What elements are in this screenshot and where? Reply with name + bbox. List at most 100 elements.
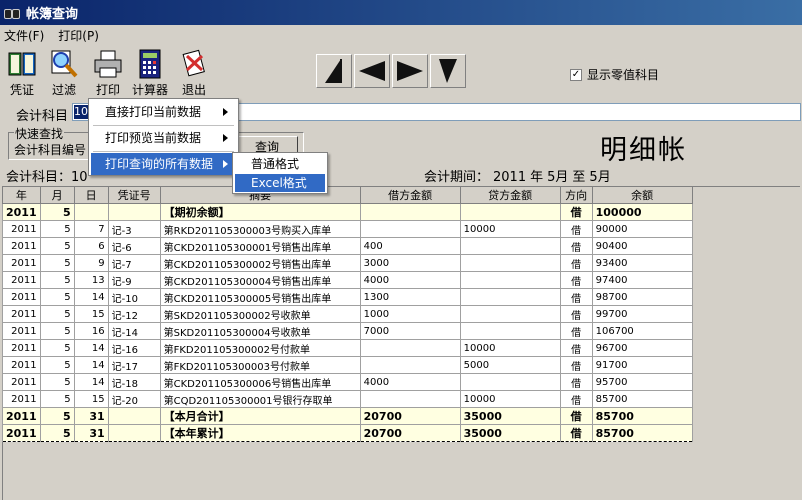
table-cell: 96700 (591, 339, 693, 357)
left-arrow-icon (359, 61, 385, 81)
table-row[interactable]: 2011 5 13 记-9 第CKD201105300004号销售出库单 4000 借 974… (2, 271, 693, 289)
table-row[interactable]: 2011 5 9 记-7 第CKD201105300002号销售出库单 3000 借 9340… (2, 254, 693, 272)
table-cell: 10000 (459, 220, 561, 238)
table-cell: 借 (559, 254, 593, 272)
book-icon (8, 52, 36, 76)
table-cell: 14 (73, 288, 109, 306)
table-row[interactable]: 2011 5 16 记-14 第SKD201105300004号收款单 7000 借 1067… (2, 322, 693, 340)
table-cell: 5 (39, 288, 75, 306)
table-row[interactable]: 2011 5 31 【本月合计】 20700 35000 借 85700 (2, 407, 693, 425)
table-row[interactable]: 2011 5 14 记-18 第CKD201105300006号销售出库单 4000 借 95… (2, 373, 693, 391)
previous-record-button[interactable] (354, 54, 390, 88)
table-cell: 记-20 (107, 390, 161, 408)
table-cell: 106700 (591, 322, 693, 340)
table-row[interactable]: 2011 5 14 记-10 第CKD201105300005号销售出库单 1300 借 98… (2, 288, 693, 306)
table-cell: 2011 (2, 424, 41, 442)
submenu-item-normal[interactable]: 普通格式 (235, 155, 325, 173)
table-cell (107, 424, 161, 442)
filter-button[interactable]: 过滤 (44, 48, 84, 98)
calculator-button[interactable]: 计算器 (130, 48, 170, 98)
col-credit[interactable]: 贷方金额 (459, 186, 561, 204)
right-arrow-icon (397, 61, 423, 81)
table-cell: 第CKD201105300004号销售出库单 (159, 271, 361, 289)
menu-item-print-direct[interactable]: 直接打印当前数据 (91, 101, 236, 123)
table-cell: 2011 (2, 305, 41, 323)
table-row[interactable]: 2011 5 【期初余额】 借 100000 (2, 203, 693, 221)
toolbar: 凭证 过滤 打印 计算器 退出 (0, 46, 802, 98)
table-cell: 记-16 (107, 339, 161, 357)
table-row[interactable]: 2011 5 7 记-3 第RKD201105300003号购买入库单 10000 借 900… (2, 220, 693, 238)
col-year[interactable]: 年 (2, 186, 41, 204)
col-direction[interactable]: 方向 (559, 186, 593, 204)
print-button[interactable]: 打印 (88, 48, 128, 98)
menu-item-print-preview[interactable]: 打印预览当前数据 (91, 127, 236, 149)
table-row[interactable]: 2011 5 6 记-6 第CKD201105300001号销售出库单 400 借 90400 (2, 237, 693, 255)
table-cell: 2011 (2, 203, 41, 221)
table-cell: 6 (73, 237, 109, 255)
menu-file[interactable]: 文件(F) (4, 27, 44, 44)
table-cell: 90000 (591, 220, 693, 238)
menu-bar: 文件(F) 打印(P) (0, 25, 802, 45)
table-row[interactable]: 2011 5 15 记-12 第SKD201105300002号收款单 1000 借 9970… (2, 305, 693, 323)
show-zero-checkbox[interactable]: ✓ (570, 68, 582, 81)
table-cell: 5 (39, 407, 75, 425)
last-record-button[interactable] (430, 54, 466, 88)
window-title: 帐簿查询 (26, 7, 79, 22)
table-cell: 5 (39, 356, 75, 374)
col-voucher[interactable]: 凭证号 (107, 186, 161, 204)
first-arrow-icon (325, 59, 342, 83)
table-cell: 记-3 (107, 220, 161, 238)
table-row[interactable]: 2011 5 31 【本年累计】 20700 35000 借 85700 (2, 424, 693, 442)
voucher-button[interactable]: 凭证 (2, 48, 42, 98)
show-zero-label: 显示零值科目 (587, 68, 660, 82)
col-balance[interactable]: 余额 (591, 186, 693, 204)
report-period: 会计期间： 2011 年 5月至 5月 (424, 170, 611, 185)
last-arrow-icon (439, 59, 457, 83)
col-day[interactable]: 日 (73, 186, 109, 204)
table-cell (359, 220, 461, 238)
table-cell: 35000 (459, 407, 561, 425)
table-cell: 14 (73, 339, 109, 357)
account-code-label: 会计科目编号 (14, 143, 87, 157)
table-cell: 31 (73, 424, 109, 442)
exit-button[interactable]: 退出 (174, 48, 214, 98)
table-row[interactable]: 2011 5 14 记-16 第FKD201105300002号付款单 10000 借 967… (2, 339, 693, 357)
table-cell: 借 (559, 424, 593, 442)
submenu-item-excel[interactable]: Excel格式 (235, 174, 325, 192)
table-cell: 2011 (2, 339, 41, 357)
table-cell (459, 237, 561, 255)
show-zero-option[interactable]: ✓ 显示零值科目 (570, 66, 659, 83)
table-cell: 15 (73, 305, 109, 323)
table-cell: 借 (559, 288, 593, 306)
col-month[interactable]: 月 (39, 186, 75, 204)
first-record-button[interactable] (316, 54, 352, 88)
col-debit[interactable]: 借方金额 (359, 186, 461, 204)
menu-item-print-all[interactable]: 打印查询的所有数据 (91, 153, 236, 175)
submenu-arrow-icon (223, 134, 228, 142)
table-row[interactable]: 2011 5 14 记-17 第FKD201105300003号付款单 5000 借 9170… (2, 356, 693, 374)
table-header: 年 月 日 凭证号 摘要 借方金额 贷方金额 方向 余额 (2, 186, 693, 204)
table-cell: 100000 (591, 203, 693, 221)
printer-icon (94, 50, 122, 78)
report-title: 明细帐 (600, 135, 687, 166)
table-cell (459, 254, 561, 272)
table-cell: 20700 (359, 424, 461, 442)
table-cell: 99700 (591, 305, 693, 323)
table-cell: 记-10 (107, 288, 161, 306)
table-cell: 【本月合计】 (159, 407, 361, 425)
table-cell: 【本年累计】 (159, 424, 361, 442)
table-cell: 借 (559, 203, 593, 221)
table-cell: 2011 (2, 288, 41, 306)
table-cell (459, 373, 561, 391)
table-cell: 第CKD201105300005号销售出库单 (159, 288, 361, 306)
table-cell: 95700 (591, 373, 693, 391)
table-cell (107, 407, 161, 425)
table-cell: 85700 (591, 390, 693, 408)
next-record-button[interactable] (392, 54, 428, 88)
table-cell: 7000 (359, 322, 461, 340)
table-cell: 5000 (459, 356, 561, 374)
table-cell: 借 (559, 356, 593, 374)
table-row[interactable]: 2011 5 15 记-20 第CQD201105300001号银行存取单 10000 借 8… (2, 390, 693, 408)
table-cell: 16 (73, 322, 109, 340)
menu-print[interactable]: 打印(P) (58, 27, 99, 44)
